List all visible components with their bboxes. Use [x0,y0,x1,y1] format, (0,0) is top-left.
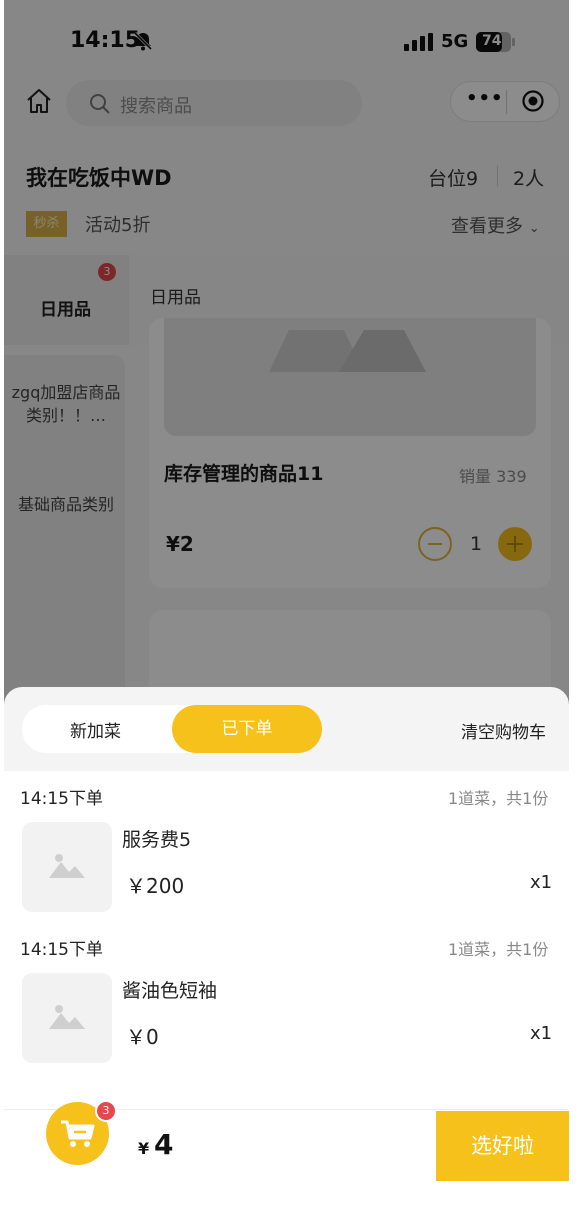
total-amount: 4 [154,1128,174,1161]
image-placeholder-icon [22,973,112,1063]
cart-badge: 3 [95,1100,117,1122]
total-currency: ¥ [138,1139,150,1158]
item-price: ￥200 [126,874,185,898]
order-count: 1道菜，共1份 [448,789,549,808]
item-quantity: x1 [530,1023,553,1044]
cart-icon [61,1120,95,1147]
clear-cart-button[interactable]: 清空购物车 [461,718,546,743]
item-name: 服务费5 [122,829,192,851]
item-quantity: x1 [530,872,553,893]
tab-new-dishes[interactable]: 新加菜 [70,717,121,742]
order-count: 1道菜，共1份 [448,940,549,959]
phone-screen: 14:15 5G 74 搜索商品 ••• 我在吃饭中WD 台位9 2人 秒杀 活… [4,0,569,1220]
item-price: ￥0 [126,1025,159,1049]
item-name: 酱油色短袖 [122,980,218,1002]
order-time: 14:15下单 [20,789,103,809]
submit-order-button[interactable]: 选好啦 [436,1111,569,1181]
tab-ordered[interactable]: 已下单 [172,705,322,753]
order-time: 14:15下单 [20,940,103,960]
image-placeholder-icon [22,822,112,912]
